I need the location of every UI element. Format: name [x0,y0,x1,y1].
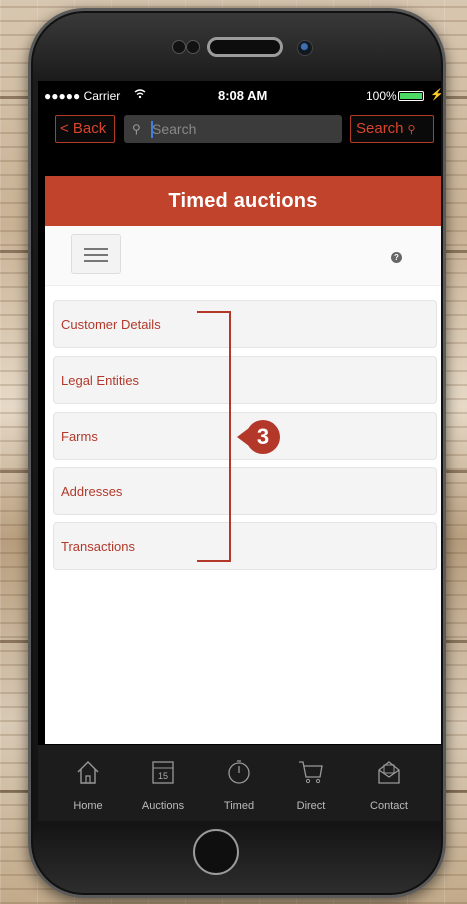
tab-label: Direct [296,800,326,812]
top-nav-bar: < Back ⚲ Search Search ⚲ [38,115,441,145]
sensor-dot [172,40,186,54]
page-title: Timed auctions [45,176,441,226]
front-camera [297,40,313,56]
bracket-bottom [197,560,231,562]
list-item-customer-details[interactable]: Customer Details [53,300,437,348]
tab-label: Contact [370,800,408,812]
menu-icon [84,260,108,262]
clock-time: 8:08 AM [218,88,268,103]
menu-icon [84,254,108,256]
tab-contact[interactable]: Contact [354,745,424,821]
tab-label: Timed [223,800,255,812]
list-item-legal-entities[interactable]: Legal Entities [53,356,437,404]
stopwatch-icon [228,760,250,784]
annotation-bracket [197,311,231,562]
tab-home[interactable]: Home [53,745,123,821]
sensor-dot [186,40,200,54]
battery-percent: 100% [366,89,397,103]
tab-direct[interactable]: Direct [276,745,346,821]
search-placeholder: Search [152,121,197,137]
charging-bolt-icon: ⚡ [430,89,441,101]
tab-label: Auctions [141,800,185,812]
tab-label: Home [73,800,103,812]
home-hardware-button[interactable] [193,829,239,875]
bracket-top [197,311,231,313]
bracket-vertical [229,311,231,562]
list-item-addresses[interactable]: Addresses [53,467,437,515]
home-icon [77,761,99,784]
search-icon: ⚲ [407,124,416,136]
cart-icon [299,761,323,784]
carrier-label: ●●●●● Carrier [44,89,121,103]
wifi-icon [134,89,146,102]
help-icon[interactable]: ? [391,252,402,263]
callout-number-badge: 3 [246,420,280,454]
search-button[interactable]: Search ⚲ [350,115,434,143]
back-button[interactable]: < Back [55,115,115,143]
hamburger-menu-button[interactable] [71,234,121,274]
bottom-tab-bar: Home 15 Auctions Timed Direct Contact [38,745,441,821]
calendar-day: 15 [158,771,168,781]
list-item-transactions[interactable]: Transactions [53,522,437,570]
earpiece-speaker [207,37,283,57]
menu-icon [84,248,108,250]
search-input[interactable]: ⚲ Search [124,115,342,143]
page-toolbar: ? [45,226,441,286]
calendar-icon: 15 [152,761,174,784]
search-icon: ⚲ [132,122,141,136]
status-bar: ●●●●● Carrier 8:08 AM 100% ⚡ [38,81,441,111]
search-button-label: Search [356,120,404,137]
battery-icon [398,91,424,101]
page-content: Timed auctions ? [45,176,441,744]
tab-auctions[interactable]: 15 Auctions [128,745,198,821]
envelope-icon [378,761,400,784]
tab-timed[interactable]: Timed [204,745,274,821]
